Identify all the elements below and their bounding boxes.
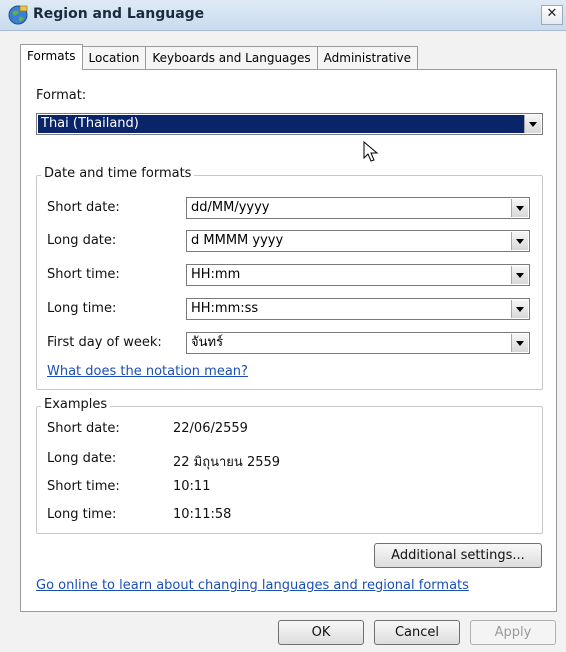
tab-strip: Formats Location Keyboards and Languages… bbox=[20, 44, 419, 70]
long-date-value: d MMMM yyyy bbox=[191, 233, 284, 248]
long-date-label: Long date: bbox=[47, 233, 117, 248]
chevron-down-icon[interactable] bbox=[511, 266, 528, 284]
formats-tab-panel: Format: Thai (Thailand) Date and time fo… bbox=[20, 69, 557, 612]
region-language-dialog: Region and Language ✕ Formats Location K… bbox=[0, 0, 566, 652]
tab-location[interactable]: Location bbox=[81, 46, 147, 69]
chevron-down-icon[interactable] bbox=[511, 199, 528, 217]
example-short-time-label: Short time: bbox=[47, 479, 120, 494]
notation-help-link[interactable]: What does the notation mean? bbox=[47, 364, 248, 379]
chevron-down-icon[interactable] bbox=[511, 300, 528, 318]
example-long-time-label: Long time: bbox=[47, 507, 117, 522]
long-time-dropdown[interactable]: HH:mm:ss bbox=[186, 298, 530, 320]
first-day-of-week-value: จันทร์ bbox=[191, 335, 224, 350]
cancel-button[interactable]: Cancel bbox=[374, 620, 460, 645]
format-value: Thai (Thailand) bbox=[38, 115, 524, 133]
first-day-of-week-dropdown[interactable]: จันทร์ bbox=[186, 332, 530, 354]
tab-formats[interactable]: Formats bbox=[20, 44, 83, 70]
chevron-down-icon[interactable] bbox=[511, 334, 528, 352]
short-date-dropdown[interactable]: dd/MM/yyyy bbox=[186, 197, 530, 219]
close-button[interactable]: ✕ bbox=[541, 5, 563, 25]
title-bar[interactable]: Region and Language ✕ bbox=[0, 0, 566, 31]
ok-button[interactable]: OK bbox=[278, 620, 364, 645]
first-day-of-week-label: First day of week: bbox=[47, 335, 162, 350]
example-long-date-label: Long date: bbox=[47, 451, 117, 466]
close-icon: ✕ bbox=[546, 6, 558, 21]
examples-title: Examples bbox=[41, 397, 111, 412]
example-long-date-value: 22 มิถุนายน 2559 bbox=[173, 455, 281, 470]
additional-settings-button[interactable]: Additional settings... bbox=[374, 543, 542, 568]
example-short-date-value: 22/06/2559 bbox=[173, 421, 248, 436]
example-short-time-value: 10:11 bbox=[173, 479, 211, 494]
long-time-value: HH:mm:ss bbox=[191, 301, 259, 316]
long-date-dropdown[interactable]: d MMMM yyyy bbox=[186, 230, 530, 252]
short-time-dropdown[interactable]: HH:mm bbox=[186, 264, 530, 286]
example-long-time-value: 10:11:58 bbox=[173, 507, 232, 522]
online-help-link[interactable]: Go online to learn about changing langua… bbox=[36, 578, 469, 593]
long-time-label: Long time: bbox=[47, 301, 117, 316]
chevron-down-icon[interactable] bbox=[524, 115, 541, 133]
short-date-label: Short date: bbox=[47, 200, 120, 215]
apply-button[interactable]: Apply bbox=[470, 620, 556, 645]
short-time-value: HH:mm bbox=[191, 267, 241, 282]
date-time-formats-title: Date and time formats bbox=[41, 166, 195, 181]
mouse-pointer-icon bbox=[363, 141, 379, 162]
format-label: Format: bbox=[36, 88, 87, 103]
short-time-label: Short time: bbox=[47, 267, 120, 282]
format-dropdown[interactable]: Thai (Thailand) bbox=[36, 113, 543, 135]
chevron-down-icon[interactable] bbox=[511, 232, 528, 250]
tab-keyboards-and-languages[interactable]: Keyboards and Languages bbox=[145, 46, 318, 69]
window-title: Region and Language bbox=[33, 6, 205, 22]
globe-icon bbox=[8, 5, 28, 25]
tab-administrative[interactable]: Administrative bbox=[316, 46, 419, 69]
short-date-value: dd/MM/yyyy bbox=[191, 200, 270, 215]
example-short-date-label: Short date: bbox=[47, 421, 120, 436]
